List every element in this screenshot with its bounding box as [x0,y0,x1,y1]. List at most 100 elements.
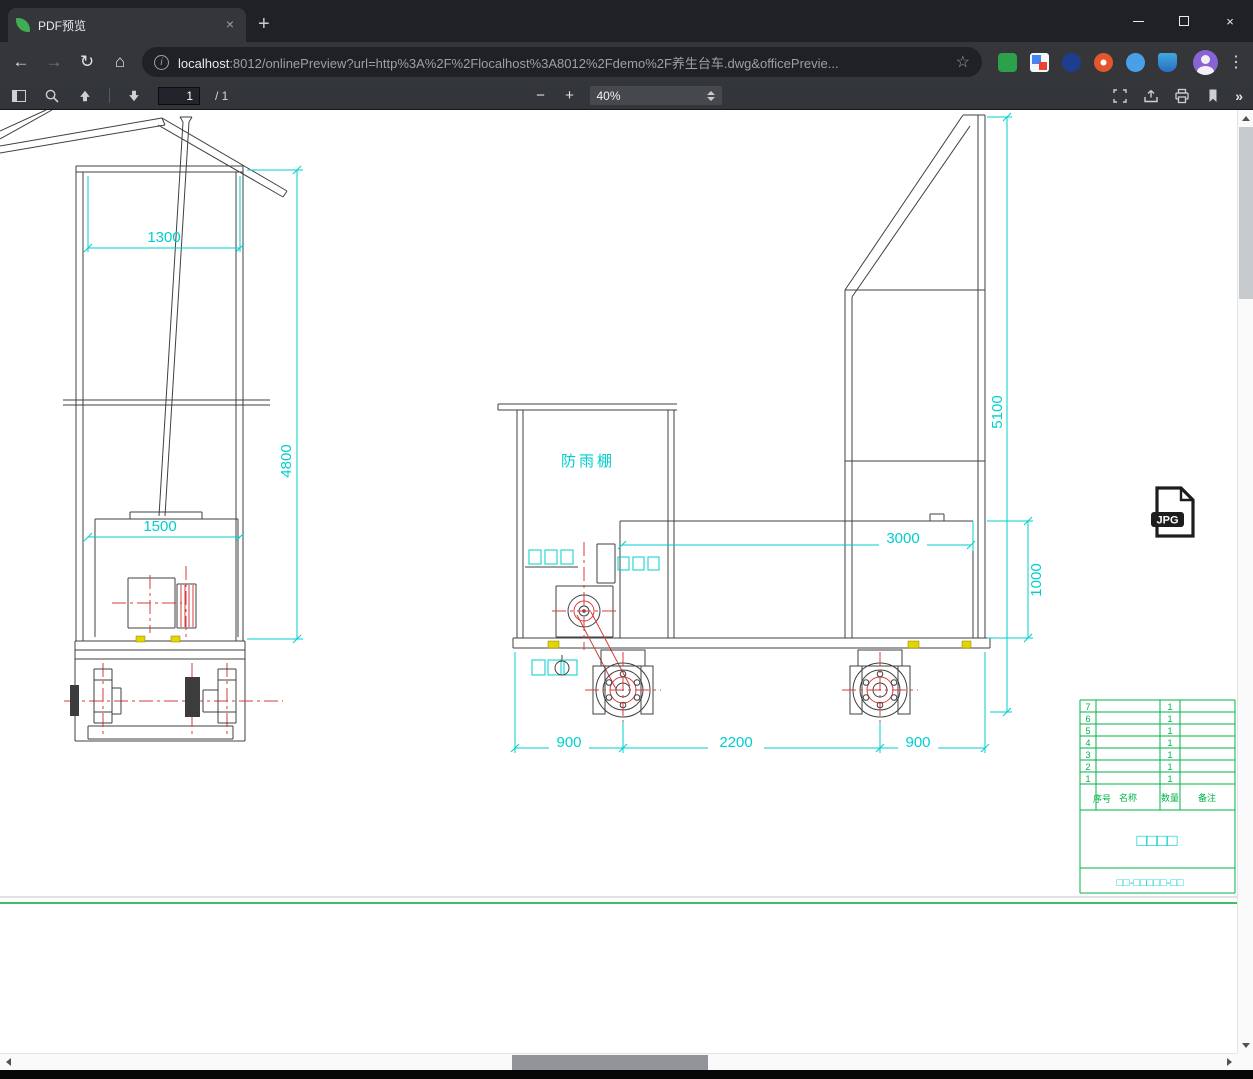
tab-close-icon[interactable]: × [222,17,238,33]
tb-row-no: 5 [1085,726,1090,736]
tb-header-name: 名称 [1119,792,1137,803]
cad-drawing: 1300 4800 1500 防雨棚 3000 1000 5100 900 22… [0,110,1237,904]
zoom-out-button[interactable]: − [532,87,550,104]
extensions-area [989,52,1186,72]
page-up-button[interactable] [76,87,94,105]
horizontal-scroll-thumb[interactable] [512,1055,708,1070]
minimize-button[interactable] [1115,0,1161,42]
dim-right-overhang: 900 [905,734,930,751]
new-tab-button[interactable]: + [258,14,270,34]
tb-row-qty: 1 [1167,702,1172,712]
open-file-icon[interactable] [1142,87,1160,105]
shield-extension-icon[interactable] [1158,52,1177,72]
window-bottom-edge [0,1070,1253,1079]
tb-row-no: 2 [1085,762,1090,772]
canopy-label: 防雨棚 [561,453,615,470]
tb-row-qty: 1 [1167,726,1172,736]
scroll-right-button[interactable] [1221,1054,1237,1070]
tb-row-no: 7 [1085,702,1090,712]
jpg-badge-text: JPG [1156,515,1178,527]
pdf-toolbar-right: » [1111,87,1243,105]
url-host: localhost [178,55,230,71]
window-controls: × [1115,0,1253,42]
dim-front-mid: 1500 [143,518,176,535]
search-icon[interactable] [43,87,61,105]
browser-titlebar: PDF预览 × + × [0,0,1253,42]
more-tools-button[interactable]: » [1235,88,1243,104]
leaf-favicon-icon [16,18,30,32]
back-button[interactable]: ← [6,47,36,77]
zoom-select[interactable]: 40% [589,86,722,105]
dim-wheelbase: 2200 [719,734,752,751]
tb-row-qty: 1 [1167,762,1172,772]
pdf-page-canvas: 1300 4800 1500 防雨棚 3000 1000 5100 900 22… [0,110,1237,1053]
extension-icon[interactable] [1062,52,1081,72]
home-button[interactable]: ⌂ [105,47,135,77]
vertical-scrollbar[interactable] [1237,110,1253,1053]
zoom-in-button[interactable]: + [561,87,579,104]
tb-row-qty: 1 [1167,738,1172,748]
tb-header-no: 序号 [1093,793,1111,804]
title-block: 7 6 5 4 3 2 1 1 1 1 1 1 1 1 序号 名称 数量 备注 … [1079,699,1236,894]
extension-icon[interactable] [998,52,1017,72]
avatar-torso [1197,65,1214,75]
print-icon[interactable] [1173,87,1191,105]
browser-tab[interactable]: PDF预览 × [8,8,246,42]
bookmark-star-icon[interactable]: ☆ [956,52,970,72]
browser-menu-button[interactable]: ⋮ [1225,52,1247,72]
tb-row-qty: 1 [1167,750,1172,760]
forward-button[interactable]: → [39,47,69,77]
toolbar-divider [109,88,110,103]
profile-avatar[interactable] [1193,49,1218,75]
scroll-down-button[interactable] [1238,1037,1253,1053]
tb-row-no: 1 [1085,774,1090,784]
bookmark-icon[interactable] [1204,87,1222,105]
tab-title: PDF预览 [38,18,87,33]
dim-front-height: 4800 [278,444,295,477]
url-rest: :8012/onlinePreview?url=http%3A%2F%2Floc… [229,55,839,71]
address-bar[interactable]: i localhost:8012/onlinePreview?url=http%… [142,47,982,77]
viewer-main: 1300 4800 1500 防雨棚 3000 1000 5100 900 22… [0,110,1253,1053]
scroll-up-button[interactable] [1238,110,1253,126]
maximize-icon [1179,16,1189,26]
dim-side-height: 5100 [989,395,1006,428]
page-total-label: / 1 [215,88,229,103]
tb-row-qty: 1 [1167,714,1172,724]
pdf-toolbar-center: − + 40% [532,86,722,105]
pdf-toolbar-left: / 1 [10,86,229,105]
tb-title-text: □□□□ [1136,831,1177,850]
select-spinner-icon [706,90,715,101]
zoom-value: 40% [596,88,621,103]
presentation-mode-icon[interactable] [1111,87,1129,105]
front-view: 1300 4800 1500 [0,110,303,742]
close-button[interactable]: × [1207,0,1253,42]
tb-row-no: 6 [1085,714,1090,724]
minimize-icon [1132,20,1144,22]
sidebar-toggle-button[interactable] [10,87,28,105]
page-down-button[interactable] [125,87,143,105]
url-text: localhost:8012/onlinePreview?url=http%3A… [178,53,947,72]
translate-extension-icon[interactable] [1030,52,1049,72]
site-info-icon[interactable]: i [154,54,169,70]
tb-code-text: □□-□□□□□-□□ [1116,877,1183,889]
dim-front-width: 1300 [147,229,180,246]
dim-tank-width: 3000 [886,530,919,547]
side-view: 防雨棚 3000 1000 5100 900 2200 900 [497,112,1045,753]
dim-left-overhang: 900 [556,734,581,751]
maximize-button[interactable] [1161,0,1207,42]
extension-icon[interactable] [1094,52,1113,72]
avatar-head [1201,54,1210,64]
pdf-toolbar: / 1 − + 40% » [0,82,1253,110]
bottom-scroll-row [0,1053,1253,1070]
tb-header-note: 备注 [1198,792,1216,803]
page-number-input[interactable] [158,86,200,105]
scrollbar-corner [1237,1053,1253,1070]
reload-button[interactable]: ↻ [72,47,102,77]
extension-icon[interactable] [1126,52,1145,72]
scroll-left-button[interactable] [0,1054,16,1070]
browser-navbar: ← → ↻ ⌂ i localhost:8012/onlinePreview?u… [0,42,1253,82]
jpg-file-icon: JPG [1151,486,1195,538]
dim-tank-height: 1000 [1028,563,1045,596]
vertical-scroll-thumb[interactable] [1239,127,1253,299]
horizontal-scrollbar[interactable] [0,1053,1237,1070]
